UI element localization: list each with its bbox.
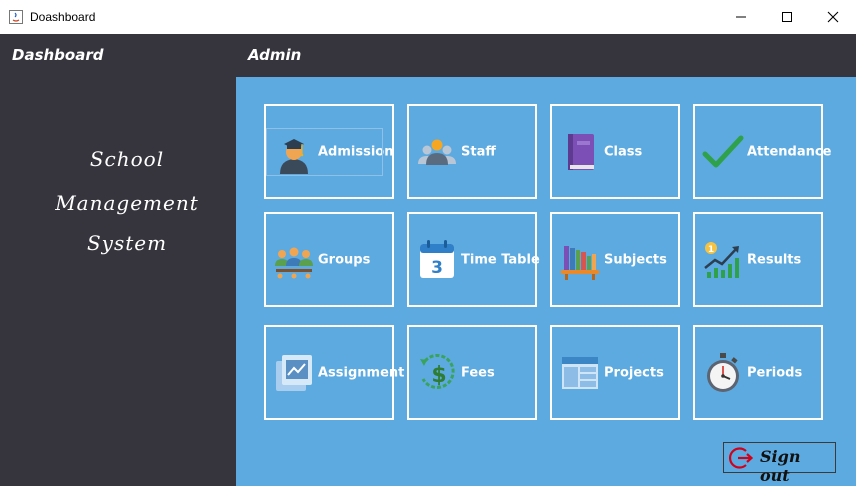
focus-indicator <box>266 128 383 176</box>
close-icon <box>827 11 839 23</box>
book-icon <box>568 133 594 170</box>
subjects-label: Subjects <box>604 252 667 267</box>
maximize-button[interactable] <box>764 0 810 34</box>
sidebar-title-line-3: System <box>86 231 168 255</box>
maximize-icon <box>782 12 792 22</box>
header-bar: Dashboard Admin <box>0 34 856 77</box>
close-button[interactable] <box>810 0 856 34</box>
subjects-button[interactable]: Subjects <box>550 212 680 307</box>
projects-label: Projects <box>604 365 664 380</box>
chart-document-icon <box>276 354 312 391</box>
group-icon <box>275 247 313 278</box>
assignment-label: Assignment <box>318 365 405 380</box>
time-table-button[interactable]: 3 Time Table <box>407 212 540 307</box>
fees-label: Fees <box>461 365 495 380</box>
growth-chart-icon: 1 <box>704 241 739 278</box>
projects-button[interactable]: Projects <box>550 325 680 420</box>
sign-out-button[interactable]: Sign out <box>723 442 836 485</box>
groups-button[interactable]: Groups <box>264 212 394 307</box>
sign-out-icon <box>729 447 753 469</box>
stopwatch-icon <box>707 352 739 392</box>
minimize-icon <box>736 16 746 18</box>
results-button[interactable]: 1 Results <box>693 212 823 307</box>
window-title: Doashboard <box>30 10 96 24</box>
dashboard-label: Dashboard <box>12 46 104 64</box>
periods-label: Periods <box>747 365 803 380</box>
fees-button[interactable]: $ Fees <box>407 325 537 420</box>
staff-label: Staff <box>461 144 496 159</box>
sidebar-title-line-2: Management <box>55 191 199 215</box>
class-button[interactable]: Class <box>550 104 680 199</box>
staff-button[interactable]: Staff <box>407 104 537 199</box>
attendance-label: Attendance <box>747 144 832 159</box>
groups-label: Groups <box>318 252 371 267</box>
title-bar: Doashboard <box>0 0 856 35</box>
svg-text:1: 1 <box>708 245 714 255</box>
svg-text:$: $ <box>431 363 446 388</box>
people-icon <box>418 139 456 165</box>
bookshelf-icon <box>561 245 599 280</box>
java-app-icon <box>9 10 23 24</box>
checkmark-icon <box>702 135 744 167</box>
sign-out-label: Sign out <box>760 447 801 485</box>
attendance-button[interactable]: Attendance <box>693 104 831 199</box>
table-layout-icon <box>562 356 598 389</box>
calendar-icon: 3 <box>420 239 454 278</box>
minimize-button[interactable] <box>718 0 764 34</box>
admin-label: Admin <box>248 46 302 64</box>
dollar-icon: $ <box>420 353 455 389</box>
svg-text:3: 3 <box>431 258 443 278</box>
results-label: Results <box>747 252 802 267</box>
sidebar: School Management System <box>0 77 236 486</box>
class-label: Class <box>604 144 643 159</box>
assignment-button[interactable]: Assignment <box>264 325 404 420</box>
periods-button[interactable]: Periods <box>693 325 823 420</box>
sidebar-title-line-1: School <box>89 147 165 171</box>
time-table-label: Time Table <box>461 252 540 267</box>
